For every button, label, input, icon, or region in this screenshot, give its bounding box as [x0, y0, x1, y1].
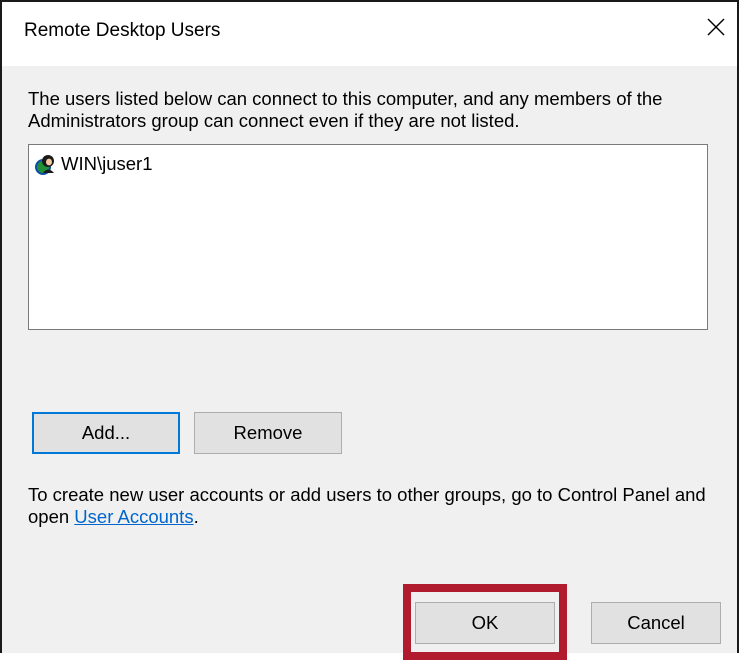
help-text-suffix: .: [193, 506, 199, 527]
intro-text: The users listed below can connect to th…: [28, 88, 663, 131]
dialog-body: The users listed below can connect to th…: [2, 66, 737, 660]
cancel-button[interactable]: Cancel: [591, 602, 721, 644]
window-title: Remote Desktop Users: [24, 20, 221, 41]
user-icon: [35, 155, 54, 175]
close-button[interactable]: [701, 12, 731, 42]
user-name: WIN\juser1: [61, 153, 153, 174]
ok-button[interactable]: OK: [415, 602, 555, 644]
add-button[interactable]: Add...: [32, 412, 180, 454]
remove-button[interactable]: Remove: [194, 412, 342, 454]
user-accounts-link[interactable]: User Accounts: [74, 506, 193, 527]
help-text: To create new user accounts or add users…: [28, 484, 728, 528]
user-list[interactable]: WIN\juser1: [28, 144, 708, 330]
title-bar: Remote Desktop Users: [2, 2, 737, 66]
close-icon: [707, 18, 725, 36]
list-item[interactable]: WIN\juser1: [35, 151, 153, 177]
remote-desktop-users-dialog: Remote Desktop Users The users listed be…: [0, 0, 739, 660]
